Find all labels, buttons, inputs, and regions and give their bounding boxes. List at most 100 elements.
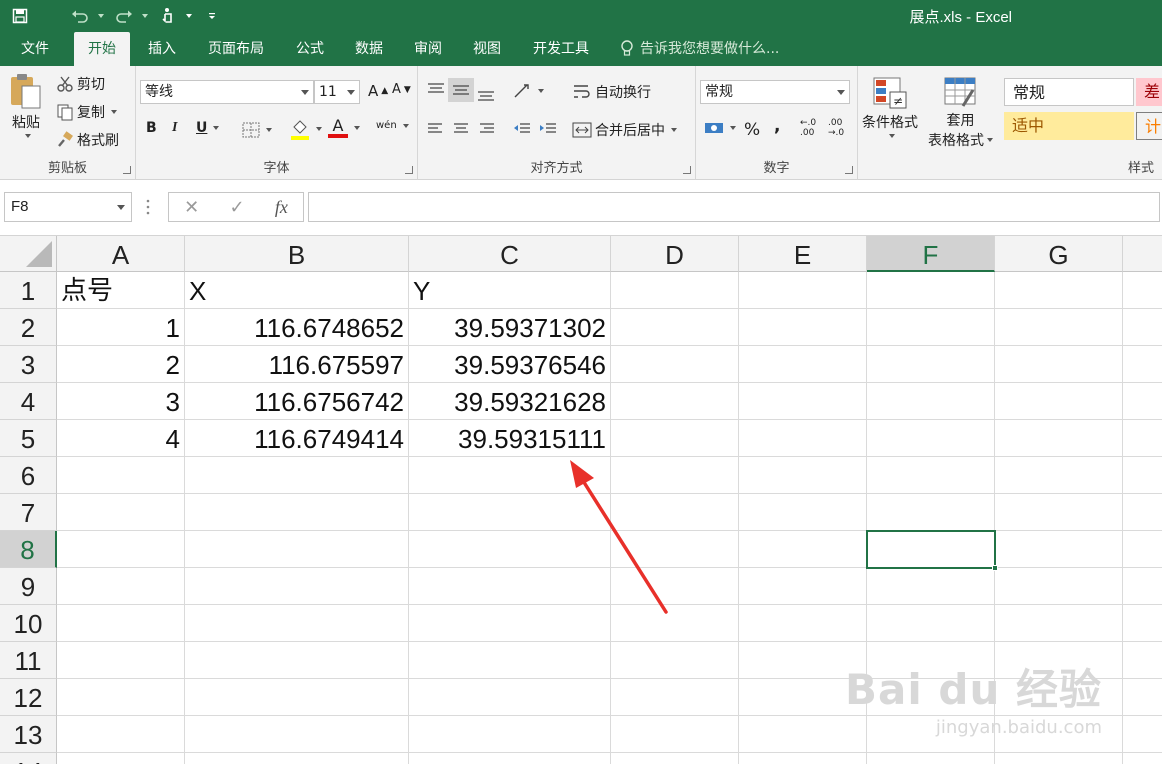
grid-cell[interactable] bbox=[409, 753, 611, 764]
grid-cell[interactable] bbox=[995, 568, 1123, 605]
merge-center-button[interactable]: 合并后居中 bbox=[572, 120, 677, 140]
font-size-select[interactable]: 11 bbox=[314, 80, 360, 104]
borders-button[interactable] bbox=[242, 122, 272, 138]
row-header-2[interactable]: 2 bbox=[0, 309, 57, 346]
column-header-e[interactable]: E bbox=[739, 236, 867, 272]
grid-cell[interactable] bbox=[1123, 383, 1162, 420]
cell-c5[interactable]: 39.59315111 bbox=[409, 420, 611, 457]
grid-cell[interactable] bbox=[995, 272, 1123, 309]
grid-cell[interactable] bbox=[867, 457, 995, 494]
cell-c1[interactable]: Y bbox=[409, 272, 611, 309]
orientation-button[interactable] bbox=[512, 82, 544, 100]
grid-cell[interactable] bbox=[995, 346, 1123, 383]
fill-handle[interactable] bbox=[992, 565, 998, 571]
redo-icon[interactable] bbox=[110, 2, 138, 30]
grid-cell[interactable] bbox=[867, 753, 995, 764]
grid-cell[interactable] bbox=[1123, 716, 1162, 753]
tab-insert[interactable]: 插入 bbox=[136, 32, 188, 66]
cell-b5[interactable]: 116.6749414 bbox=[185, 420, 409, 457]
row-header-9[interactable]: 9 bbox=[0, 568, 57, 605]
bold-button[interactable]: B bbox=[146, 120, 157, 136]
cell-a5[interactable]: 4 bbox=[57, 420, 185, 457]
font-name-select[interactable]: 等线 bbox=[140, 80, 314, 104]
row-header-12[interactable]: 12 bbox=[0, 679, 57, 716]
grid-cell[interactable] bbox=[57, 531, 185, 568]
cell-b4[interactable]: 116.6756742 bbox=[185, 383, 409, 420]
tab-developer[interactable]: 开发工具 bbox=[520, 32, 602, 66]
row-header-10[interactable]: 10 bbox=[0, 605, 57, 642]
grid-cell[interactable] bbox=[1123, 272, 1162, 309]
grid-cell[interactable] bbox=[185, 753, 409, 764]
grid-cell[interactable] bbox=[409, 716, 611, 753]
row-header-13[interactable]: 13 bbox=[0, 716, 57, 753]
column-header-a[interactable]: A bbox=[57, 236, 185, 272]
font-color-button[interactable]: A bbox=[328, 118, 360, 138]
grid-cell[interactable] bbox=[57, 753, 185, 764]
row-header-7[interactable]: 7 bbox=[0, 494, 57, 531]
grid-cell[interactable] bbox=[185, 679, 409, 716]
grid-cell[interactable] bbox=[1123, 605, 1162, 642]
align-center-button[interactable] bbox=[452, 122, 470, 136]
row-header-14[interactable]: 14 bbox=[0, 753, 57, 764]
grid-cell[interactable] bbox=[409, 642, 611, 679]
grid-cell[interactable] bbox=[739, 309, 867, 346]
grid-cell[interactable] bbox=[185, 642, 409, 679]
name-box[interactable]: F8 bbox=[4, 192, 132, 222]
format-as-table-button[interactable]: 套用 表格格式 bbox=[928, 76, 993, 150]
grid-cell[interactable] bbox=[611, 309, 739, 346]
copy-button[interactable]: 复制 bbox=[56, 102, 117, 122]
grid-cell[interactable] bbox=[1123, 753, 1162, 764]
grid-cell[interactable] bbox=[57, 679, 185, 716]
tab-data[interactable]: 数据 bbox=[344, 32, 394, 66]
cell-a2[interactable]: 1 bbox=[57, 309, 185, 346]
grid-cell[interactable] bbox=[1123, 642, 1162, 679]
phonetic-button[interactable]: wén bbox=[376, 120, 409, 131]
grid-cell[interactable] bbox=[1123, 531, 1162, 568]
grid-cell[interactable] bbox=[57, 642, 185, 679]
grid-cell[interactable] bbox=[185, 716, 409, 753]
cancel-formula-icon[interactable]: ✕ bbox=[184, 197, 199, 218]
grid-cell[interactable] bbox=[995, 457, 1123, 494]
increase-decimal-button[interactable]: ←.0 .00 bbox=[800, 118, 816, 138]
undo-icon[interactable] bbox=[66, 2, 94, 30]
grid-cell[interactable] bbox=[867, 568, 995, 605]
grid-cell[interactable] bbox=[611, 346, 739, 383]
shrink-font-button[interactable]: A ▼ bbox=[392, 82, 411, 97]
grid-cell[interactable] bbox=[867, 494, 995, 531]
align-middle-button[interactable] bbox=[448, 78, 474, 102]
cell-b3[interactable]: 116.675597 bbox=[185, 346, 409, 383]
grid-cell[interactable] bbox=[611, 642, 739, 679]
cell-a4[interactable]: 3 bbox=[57, 383, 185, 420]
percent-button[interactable]: % bbox=[744, 120, 760, 140]
grid-cell[interactable] bbox=[739, 605, 867, 642]
row-header-1[interactable]: 1 bbox=[0, 272, 57, 309]
align-top-button[interactable] bbox=[426, 82, 446, 98]
row-header-11[interactable]: 11 bbox=[0, 642, 57, 679]
row-header-3[interactable]: 3 bbox=[0, 346, 57, 383]
grid-cell[interactable] bbox=[995, 605, 1123, 642]
select-all-button[interactable] bbox=[0, 236, 57, 272]
grid-cell[interactable] bbox=[995, 309, 1123, 346]
formula-input[interactable] bbox=[308, 192, 1160, 222]
grid-cell[interactable] bbox=[611, 420, 739, 457]
grid-cell[interactable] bbox=[739, 494, 867, 531]
grid-cell[interactable] bbox=[57, 716, 185, 753]
row-header-4[interactable]: 4 bbox=[0, 383, 57, 420]
grid-cell[interactable] bbox=[57, 568, 185, 605]
decrease-decimal-button[interactable]: .00 →.0 bbox=[828, 118, 844, 138]
cell-a3[interactable]: 2 bbox=[57, 346, 185, 383]
insert-function-icon[interactable]: fx bbox=[275, 197, 288, 218]
tell-me-box[interactable]: 告诉我您想要做什么... bbox=[620, 32, 779, 66]
grid-cell[interactable] bbox=[57, 457, 185, 494]
cell-style-neutral[interactable]: 适中 bbox=[1004, 112, 1134, 140]
redo-dropdown-icon[interactable] bbox=[138, 2, 148, 30]
row-header-5[interactable]: 5 bbox=[0, 420, 57, 457]
italic-button[interactable]: I bbox=[172, 120, 177, 136]
font-launcher-icon[interactable] bbox=[405, 166, 413, 174]
cell-c4[interactable]: 39.59321628 bbox=[409, 383, 611, 420]
grid-cell[interactable] bbox=[867, 272, 995, 309]
cell-style-normal[interactable]: 常规 bbox=[1004, 78, 1134, 106]
grid-cell[interactable] bbox=[867, 605, 995, 642]
grid-cell[interactable] bbox=[867, 309, 995, 346]
paste-button[interactable]: 粘贴 bbox=[8, 72, 44, 138]
